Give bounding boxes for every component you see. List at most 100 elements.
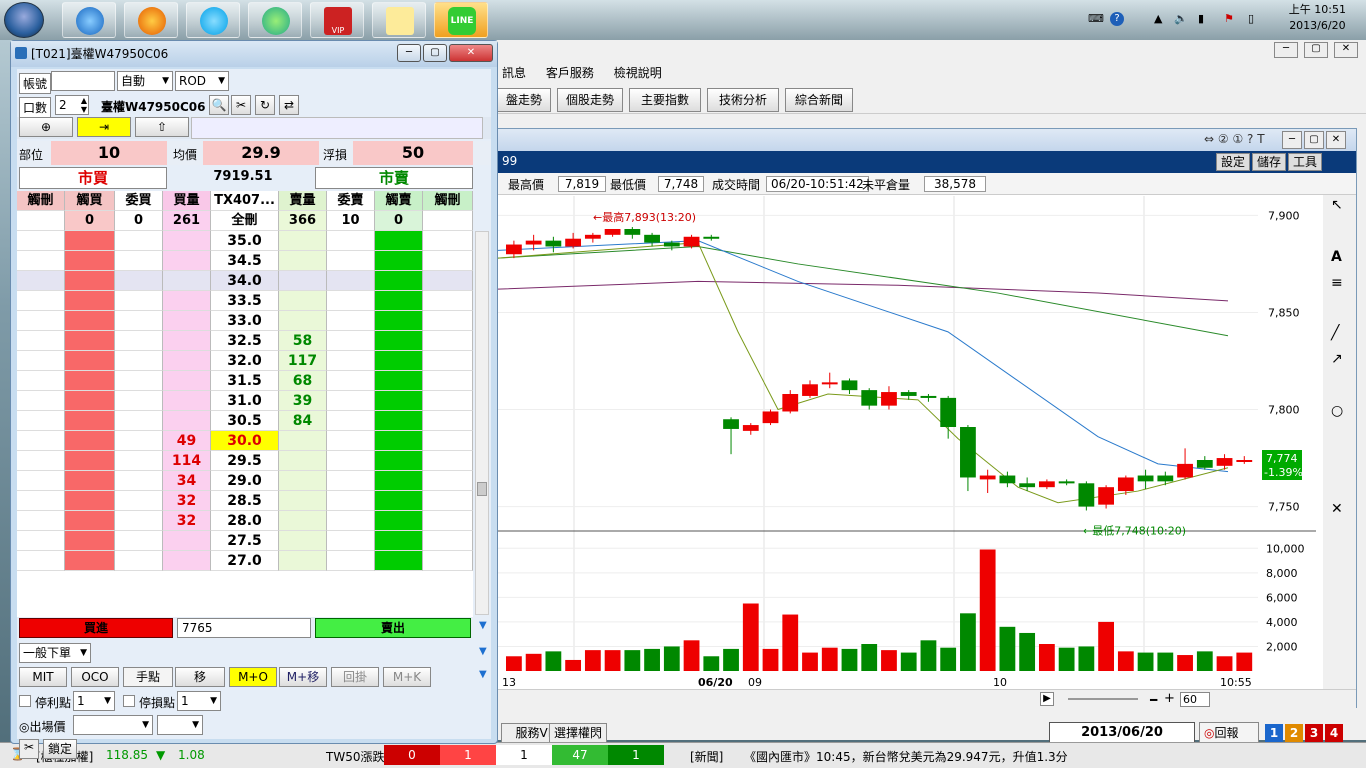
flag-icon[interactable]: ⚑ (1224, 12, 1234, 25)
buy-touch-cell[interactable] (65, 371, 115, 391)
ladder-cell[interactable] (327, 311, 375, 331)
chart-tools-button[interactable]: 工具 (1288, 153, 1323, 171)
msn-taskbar-button[interactable] (248, 2, 302, 38)
expand-icon[interactable]: ▼ (479, 646, 487, 657)
search-icon[interactable]: 🔍 (209, 95, 229, 115)
zoom-input[interactable]: 60 (1180, 692, 1210, 707)
ladder-cell[interactable] (17, 511, 65, 531)
exit-price-select[interactable]: ▼ (73, 715, 153, 735)
bid-qty-cell[interactable]: 49 (163, 431, 211, 451)
ask-qty-cell[interactable] (279, 291, 327, 311)
ladder-cell[interactable] (423, 411, 473, 431)
order-minimize-button[interactable]: ─ (397, 44, 421, 62)
buy-touch-cell[interactable] (65, 471, 115, 491)
price-cell[interactable]: 31.5 (211, 371, 279, 391)
buy-touch-cell[interactable] (65, 311, 115, 331)
help-tray-icon[interactable]: ? (1110, 12, 1124, 26)
ladder-cell[interactable] (115, 271, 163, 291)
ladder-cell[interactable] (327, 271, 375, 291)
tray-clock[interactable]: 上午 10:51 2013/6/20 (1289, 2, 1346, 34)
price-cell[interactable]: 34.0 (211, 271, 279, 291)
ladder-cell[interactable] (423, 391, 473, 411)
ladder-cell[interactable] (17, 451, 65, 471)
exit-icon[interactable]: ⇥ (77, 117, 131, 137)
price-cell[interactable]: 31.0 (211, 391, 279, 411)
ask-qty-cell[interactable]: 39 (279, 391, 327, 411)
price-cell[interactable]: 27.5 (211, 531, 279, 551)
ladder-cell[interactable] (17, 491, 65, 511)
ladder-cell[interactable] (115, 331, 163, 351)
sell-touch-cell[interactable] (375, 311, 423, 331)
ladder-cell[interactable] (327, 351, 375, 371)
take-profit-checkbox[interactable] (19, 695, 31, 707)
card-app-taskbar-button[interactable] (372, 2, 426, 38)
m-k-button[interactable]: M+K (383, 667, 431, 687)
rehang-button[interactable]: 回掛 (331, 667, 379, 687)
screen-tab-3[interactable]: 3 (1305, 724, 1323, 742)
bid-qty-cell[interactable]: 114 (163, 451, 211, 471)
ladder-cell[interactable] (115, 371, 163, 391)
ladder-cell[interactable] (423, 331, 473, 351)
ask-qty-cell[interactable] (279, 311, 327, 331)
ladder-cell[interactable] (17, 271, 65, 291)
line-tool-icon[interactable]: ╱ (1331, 325, 1339, 341)
app-maximize-button[interactable]: ▢ (1304, 42, 1328, 58)
refresh-icon[interactable]: ↻ (255, 95, 275, 115)
technical-analysis-button[interactable]: 技術分析 (707, 88, 779, 112)
ask-qty-cell[interactable] (279, 451, 327, 471)
ladder-cell[interactable] (115, 491, 163, 511)
news-button[interactable]: 綜合新聞 (785, 88, 853, 112)
major-index-button[interactable]: 主要指數 (629, 88, 701, 112)
scrollbar-thumb[interactable] (477, 482, 487, 496)
ladder-cell[interactable] (115, 551, 163, 571)
buy-touch-cell[interactable] (65, 271, 115, 291)
text-tool-icon[interactable]: A (1331, 249, 1342, 265)
chart-window-icons[interactable]: ⇔ ② ① ? T (1204, 132, 1265, 146)
manual-button[interactable]: 手點 (123, 667, 173, 687)
buy-touch-cell[interactable] (65, 491, 115, 511)
bid-qty-cell[interactable] (163, 291, 211, 311)
ladder-cell[interactable] (327, 491, 375, 511)
bid-qty-cell[interactable]: 34 (163, 471, 211, 491)
hline-tool-icon[interactable]: ≡ (1331, 275, 1343, 291)
ladder-cell[interactable] (115, 251, 163, 271)
ladder-cell[interactable] (115, 411, 163, 431)
ladder-cell[interactable] (115, 291, 163, 311)
candlestick-chart[interactable]: 7,900 7,850 7,800 7,750 10,000 8,000 6,000 4,00… (498, 196, 1324, 716)
ladder-cell[interactable] (115, 311, 163, 331)
ask-qty-cell[interactable]: 84 (279, 411, 327, 431)
mit-button[interactable]: MIT (19, 667, 67, 687)
line-taskbar-button[interactable]: LINE (434, 2, 488, 38)
chart-minimize-button[interactable]: ─ (1282, 131, 1302, 149)
ladder-cell[interactable] (17, 311, 65, 331)
ladder-cell[interactable] (115, 451, 163, 471)
export-icon[interactable]: ⇧ (135, 117, 189, 137)
firefox-taskbar-button[interactable] (124, 2, 178, 38)
price-cell[interactable]: 34.5 (211, 251, 279, 271)
tab-options[interactable]: 選擇權閃 (549, 723, 607, 743)
market-buy-button[interactable]: 市買 (19, 167, 167, 189)
cursor-tool-icon[interactable]: ↖ (1331, 197, 1343, 213)
price-cell[interactable]: 32.5 (211, 331, 279, 351)
chart-save-button[interactable]: 儲存 (1252, 153, 1287, 171)
bid-qty-cell[interactable] (163, 551, 211, 571)
sell-touch-cell[interactable] (375, 351, 423, 371)
expand-icon[interactable]: ▼ (479, 669, 487, 680)
bid-qty-cell[interactable] (163, 231, 211, 251)
cross-tool-icon[interactable]: ✕ (1331, 501, 1343, 517)
ladder-cell[interactable] (115, 351, 163, 371)
stop-loss-select[interactable]: 1 ▼ (177, 691, 221, 711)
ladder-cell[interactable] (17, 331, 65, 351)
account-select[interactable] (51, 71, 115, 91)
sell-touch-cell[interactable] (375, 431, 423, 451)
ask-qty-cell[interactable]: 117 (279, 351, 327, 371)
ladder-cell[interactable] (327, 511, 375, 531)
lock-button[interactable]: 鎖定 (43, 739, 77, 759)
ladder-cell[interactable] (423, 311, 473, 331)
buy-touch-cell[interactable] (65, 351, 115, 371)
circle-tool-icon[interactable]: ○ (1331, 403, 1343, 419)
ladder-cell[interactable] (423, 471, 473, 491)
app-close-button[interactable]: ✕ (1334, 42, 1358, 58)
sell-touch-cell[interactable] (375, 291, 423, 311)
ladder-cell[interactable] (423, 451, 473, 471)
